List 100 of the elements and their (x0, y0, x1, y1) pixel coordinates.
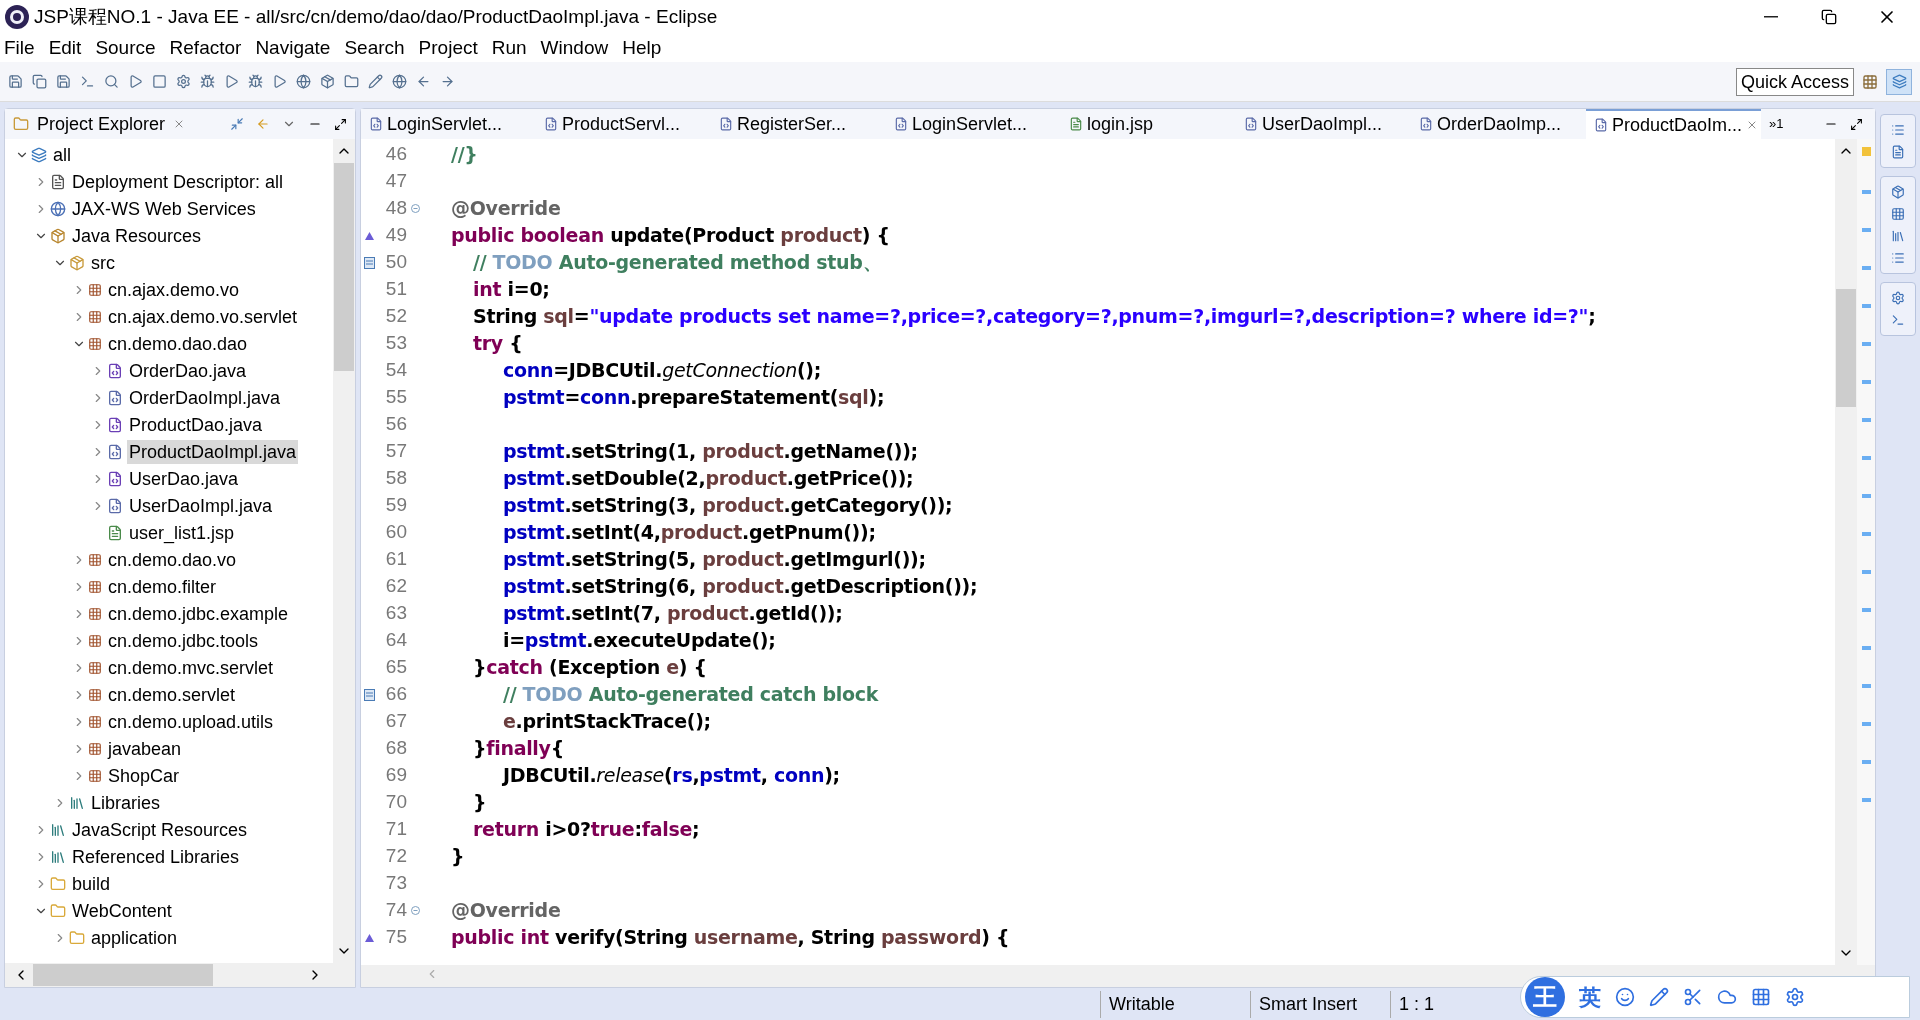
tree-item[interactable]: ShopCar (106, 763, 182, 788)
link-editor-icon[interactable] (256, 117, 270, 131)
line-number: 61 (384, 547, 407, 572)
editor-tab[interactable]: LoginServlet... (886, 109, 1061, 139)
toolbar-icon[interactable] (8, 74, 23, 89)
vertical-scrollbar[interactable] (333, 139, 355, 963)
tree-item[interactable]: build (70, 871, 113, 896)
toolbar-icon[interactable] (152, 74, 167, 89)
toolbar-icon[interactable] (392, 74, 407, 89)
scrollbar-thumb[interactable] (334, 163, 354, 371)
toolbar-icon[interactable] (440, 74, 455, 89)
menu-item[interactable]: Refactor (169, 33, 242, 63)
collapse-all-icon[interactable] (230, 117, 244, 131)
menu-item[interactable]: Navigate (255, 33, 331, 63)
toolbar-icon[interactable] (200, 74, 215, 89)
tree-item[interactable]: application (89, 925, 180, 950)
toolbar-icon[interactable] (272, 74, 287, 89)
tree-item[interactable]: cn.demo.mvc.servlet (106, 655, 276, 680)
tree-item[interactable]: javabean (106, 736, 184, 761)
tree-item[interactable]: ProductDaoImpl.java (127, 439, 299, 464)
editor-tab[interactable]: UserDaoImpl... (1236, 109, 1411, 139)
view-icon[interactable] (1891, 229, 1905, 243)
tree-item[interactable]: cn.demo.jdbc.tools (106, 628, 261, 653)
editor-tab[interactable]: OrderDaoImp... (1411, 109, 1586, 139)
toolbar-icon[interactable] (128, 74, 143, 89)
tree-item[interactable]: cn.demo.upload.utils (106, 709, 276, 734)
vertical-scrollbar[interactable] (1835, 139, 1857, 965)
tree-item[interactable]: cn.demo.dao.dao (106, 331, 250, 356)
menu-item[interactable]: Help (622, 33, 662, 63)
tree-item[interactable]: JavaScript Resources (70, 817, 250, 842)
view-icon[interactable] (1891, 251, 1905, 265)
toolbar-icon[interactable] (32, 74, 47, 89)
tree-item[interactable]: Referenced Libraries (70, 844, 242, 869)
ime-tool-icon[interactable] (1683, 987, 1703, 1007)
tree-item[interactable]: cn.ajax.demo.vo (106, 277, 242, 302)
tree-item[interactable]: JAX-WS Web Services (70, 196, 258, 221)
ime-mode[interactable]: 英 (1579, 980, 1601, 1014)
maximize-icon[interactable] (1850, 117, 1863, 131)
editor-tab[interactable]: ProductServl... (536, 109, 711, 139)
menu-item[interactable]: Run (491, 33, 527, 63)
scrollbar-thumb[interactable] (1836, 289, 1856, 407)
view-icon[interactable] (1891, 185, 1905, 199)
ime-tool-icon[interactable] (1717, 987, 1737, 1007)
maximize-icon[interactable] (334, 117, 347, 131)
toolbar-icon[interactable] (416, 74, 431, 89)
toolbar-icon[interactable] (224, 74, 239, 89)
editor-tab[interactable]: RegisterSer... (711, 109, 886, 139)
menu-item[interactable]: Window (540, 33, 609, 63)
ime-logo[interactable]: 王 (1525, 977, 1565, 1017)
ime-tool-icon[interactable] (1615, 987, 1635, 1007)
tree-item[interactable]: UserDao.java (127, 466, 241, 491)
tree-item[interactable]: OrderDao.java (127, 358, 249, 383)
tree-item[interactable]: cn.ajax.demo.vo.servlet (106, 304, 300, 329)
tree-item[interactable]: Libraries (89, 790, 163, 815)
view-icon[interactable] (1891, 291, 1905, 305)
view-icon[interactable] (1891, 145, 1905, 159)
menu-item[interactable]: File (4, 33, 35, 63)
toolbar-icon[interactable] (104, 74, 119, 89)
tree-item[interactable]: WebContent (70, 898, 174, 923)
toolbar-icon[interactable] (80, 74, 95, 89)
tree-item[interactable]: user_list1.jsp (127, 520, 237, 545)
fold-icon[interactable] (410, 906, 420, 915)
scrollbar-thumb[interactable] (33, 964, 213, 986)
tree-item[interactable]: ProductDao.java (127, 412, 265, 437)
editor-tab[interactable]: login.jsp (1061, 109, 1236, 139)
tree-item[interactable]: OrderDaoImpl.java (127, 385, 283, 410)
tree-item[interactable]: cn.demo.dao.vo (106, 547, 239, 572)
view-icon[interactable] (1891, 123, 1905, 137)
toolbar-icon[interactable] (344, 74, 359, 89)
tree-item[interactable]: src (89, 250, 117, 275)
view-icon[interactable] (1891, 313, 1905, 327)
fold-icon[interactable] (410, 204, 420, 213)
tree-item[interactable]: cn.demo.jdbc.example (106, 601, 291, 626)
tree-item[interactable]: all (51, 142, 73, 167)
toolbar-icon[interactable] (56, 74, 71, 89)
java-ee-perspective-icon[interactable] (1886, 68, 1912, 95)
tree-item[interactable]: UserDaoImpl.java (127, 493, 275, 518)
tree-item[interactable]: cn.demo.filter (106, 574, 219, 599)
toolbar-icon[interactable] (368, 74, 383, 89)
toolbar-icon[interactable] (248, 74, 263, 89)
toolbar-icon[interactable] (296, 74, 311, 89)
tree-item[interactable]: cn.demo.servlet (106, 682, 238, 707)
ime-tool-icon[interactable] (1649, 987, 1669, 1007)
tree-item[interactable]: Deployment Descriptor: all (70, 169, 286, 194)
tab-overflow[interactable]: »1 (1761, 109, 1792, 139)
horizontal-scrollbar[interactable] (5, 963, 355, 987)
perspective-icon[interactable] (1862, 73, 1878, 90)
view-icon[interactable] (1891, 207, 1905, 221)
menu-item[interactable]: Search (344, 33, 405, 63)
ime-tool-icon[interactable] (1785, 987, 1805, 1007)
menu-item[interactable]: Project (418, 33, 478, 63)
tree-item[interactable]: Java Resources (70, 223, 204, 248)
editor-tab[interactable]: LoginServlet... (361, 109, 536, 139)
editor-tab[interactable]: ProductDaoIm... (1586, 109, 1761, 139)
ime-tool-icon[interactable] (1751, 987, 1771, 1007)
toolbar-icon[interactable] (176, 74, 191, 89)
toolbar-icon[interactable] (320, 74, 335, 89)
menu-item[interactable]: Source (95, 33, 156, 63)
quick-access-field[interactable]: Quick Access (1735, 67, 1854, 96)
menu-item[interactable]: Edit (48, 33, 82, 63)
